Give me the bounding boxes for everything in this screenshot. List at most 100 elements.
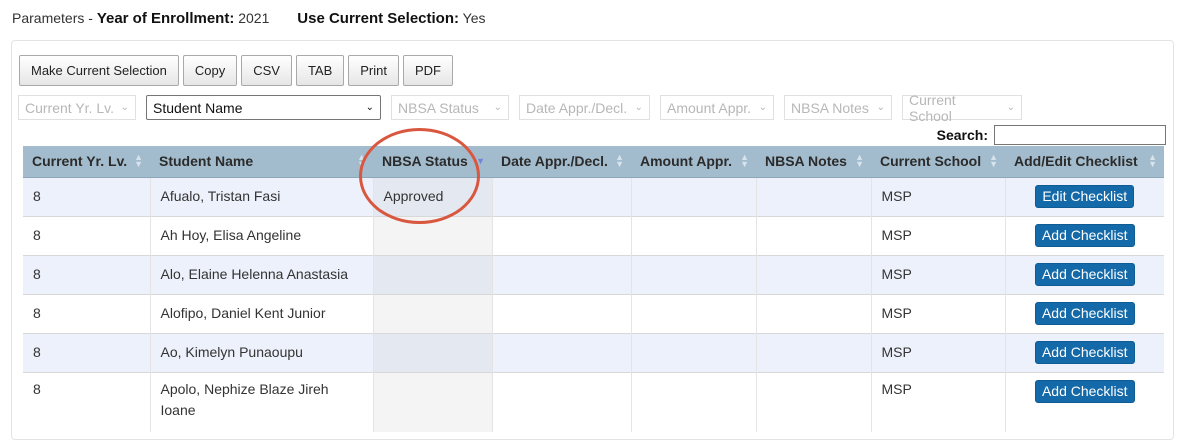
students-table: Current Yr. Lv. ▲ ▼ Student Name ▲ ▼ NBSA St… <box>23 146 1164 432</box>
add-checklist-button[interactable]: Add Checklist <box>1034 340 1135 364</box>
cell-student-name: Alofipo, Daniel Kent Junior <box>149 293 373 333</box>
sort-desc-icon: ▼ <box>476 156 485 166</box>
cell-date <box>491 215 631 255</box>
cell-amount <box>630 215 756 255</box>
add-checklist-button[interactable]: Add Checklist <box>1034 262 1135 286</box>
cell-nbsa-status <box>372 254 492 294</box>
cell-action: Add Checklist <box>1004 254 1164 294</box>
filter-student-name[interactable]: Student Name ⌄ <box>146 95 381 120</box>
parameters-prefix: Parameters - <box>12 10 93 26</box>
copy-button[interactable]: Copy <box>182 55 238 86</box>
cell-amount <box>630 293 756 333</box>
print-button[interactable]: Print <box>348 55 399 86</box>
cell-yr: 8 <box>23 254 150 294</box>
cell-action: Edit Checklist <box>1004 176 1164 216</box>
column-filters: Current Yr. Lv. ⌄ Student Name ⌄ NBSA Stat… <box>18 92 1032 124</box>
sort-icon: ▲ ▼ <box>855 152 864 169</box>
cell-nbsa-status <box>372 215 492 255</box>
cell-date <box>491 293 631 333</box>
filter-label: Amount Appr. <box>667 99 752 116</box>
cell-nbsa-status <box>372 371 492 432</box>
report-panel: Make Current Selection Copy CSV TAB Prin… <box>11 40 1174 440</box>
cell-student-name: Ah Hoy, Elisa Angeline <box>149 215 373 255</box>
year-value: 2021 <box>238 10 270 26</box>
sort-icon: ▲ ▼ <box>989 152 998 169</box>
filter-label: Current Yr. Lv. <box>25 99 114 116</box>
filter-amount-appr[interactable]: Amount Appr. ⌄ <box>660 95 774 120</box>
export-toolbar: Make Current Selection Copy CSV TAB Prin… <box>19 55 453 86</box>
csv-button[interactable]: CSV <box>241 55 292 86</box>
search-box: Search: <box>937 125 1166 145</box>
pdf-button[interactable]: PDF <box>403 55 453 86</box>
make-current-selection-button[interactable]: Make Current Selection <box>19 55 179 86</box>
filter-current-yr-lv[interactable]: Current Yr. Lv. ⌄ <box>18 95 136 120</box>
cell-amount <box>630 254 756 294</box>
col-header-nbsa-notes[interactable]: NBSA Notes ▲ ▼ <box>756 146 871 178</box>
col-header-label: Date Appr./Decl. <box>501 153 608 170</box>
tab-button[interactable]: TAB <box>295 55 345 86</box>
filter-nbsa-status[interactable]: NBSA Status ⌄ <box>391 95 509 120</box>
col-header-add-edit-checklist[interactable]: Add/Edit Checklist ▲ ▼ <box>1005 146 1164 178</box>
cell-yr: 8 <box>23 332 150 372</box>
col-header-label: NBSA Status <box>382 153 468 170</box>
cell-school: MSP <box>870 293 1005 333</box>
filter-date-appr-decl[interactable]: Date Appr./Decl. ⌄ <box>519 95 650 120</box>
col-header-label: Current School <box>880 153 982 170</box>
cell-date <box>491 254 631 294</box>
cell-notes <box>755 215 871 255</box>
use-selection-label: Use Current Selection: <box>297 10 459 27</box>
filter-nbsa-notes[interactable]: NBSA Notes ⌄ <box>784 95 892 120</box>
add-checklist-button[interactable]: Add Checklist <box>1034 301 1135 325</box>
filter-current-school[interactable]: Current School ⌄ <box>902 92 1022 124</box>
col-header-date-appr-decl[interactable]: Date Appr./Decl. ▲ ▼ <box>492 146 631 178</box>
col-header-current-yr-lv[interactable]: Current Yr. Lv. ▲ ▼ <box>23 146 150 178</box>
col-header-student-name[interactable]: Student Name ▲ ▼ <box>150 146 373 178</box>
col-header-label: Add/Edit Checklist <box>1014 153 1138 170</box>
col-header-label: Current Yr. Lv. <box>32 153 128 170</box>
cell-action: Add Checklist <box>1004 332 1164 372</box>
cell-action: Add Checklist <box>1004 293 1164 333</box>
chevron-down-icon: ⌄ <box>1006 102 1015 113</box>
cell-date <box>491 371 631 432</box>
sort-icon: ▲ ▼ <box>1148 152 1157 169</box>
cell-date <box>491 332 631 372</box>
year-label: Year of Enrollment: <box>96 10 235 27</box>
cell-student-name: Afualo, Tristan Fasi <box>149 176 373 216</box>
cell-yr: 8 <box>23 176 150 216</box>
add-checklist-button[interactable]: Add Checklist <box>1034 223 1135 247</box>
cell-amount <box>630 176 756 216</box>
table-row: 8 Afualo, Tristan Fasi Approved MSP Edit… <box>23 176 1164 216</box>
parameters-line: Parameters - Year of Enrollment: 2021 Us… <box>12 10 509 27</box>
filter-label: Student Name <box>153 99 243 116</box>
cell-amount <box>630 332 756 372</box>
cell-action: Add Checklist <box>1004 215 1164 255</box>
table-row: 8 Ao, Kimelyn Punaoupu MSP Add Checklist <box>23 332 1164 372</box>
use-selection-value: Yes <box>462 10 486 26</box>
filter-label: Date Appr./Decl. <box>526 99 628 116</box>
edit-checklist-button[interactable]: Edit Checklist <box>1035 184 1135 208</box>
table-row: 8 Alo, Elaine Helenna Anastasia MSP Add … <box>23 254 1164 294</box>
search-input[interactable] <box>994 125 1166 145</box>
cell-student-name: Apolo, Nephize Blaze Jireh Ioane <box>149 371 373 432</box>
sort-icon: ▲ ▼ <box>615 152 624 169</box>
cell-school: MSP <box>870 176 1005 216</box>
cell-school: MSP <box>870 332 1005 372</box>
cell-notes <box>755 332 871 372</box>
sort-icon: ▲ ▼ <box>357 152 366 169</box>
chevron-down-icon: ⌄ <box>365 102 374 113</box>
cell-student-name: Ao, Kimelyn Punaoupu <box>149 332 373 372</box>
sort-icon: ▲ ▼ <box>134 152 143 169</box>
cell-nbsa-status <box>372 332 492 372</box>
col-header-amount-appr[interactable]: Amount Appr. ▲ ▼ <box>631 146 756 178</box>
col-header-nbsa-status[interactable]: NBSA Status ▼ <box>373 146 492 178</box>
cell-school: MSP <box>870 215 1005 255</box>
cell-yr: 8 <box>23 371 150 432</box>
col-header-current-school[interactable]: Current School ▲ ▼ <box>871 146 1005 178</box>
cell-student-name: Alo, Elaine Helenna Anastasia <box>149 254 373 294</box>
cell-notes <box>755 176 871 216</box>
chevron-down-icon: ⌄ <box>634 102 643 113</box>
cell-yr: 8 <box>23 215 150 255</box>
sort-icon: ▲ ▼ <box>740 152 749 169</box>
add-checklist-button[interactable]: Add Checklist <box>1034 379 1135 403</box>
cell-school: MSP <box>870 371 1005 432</box>
